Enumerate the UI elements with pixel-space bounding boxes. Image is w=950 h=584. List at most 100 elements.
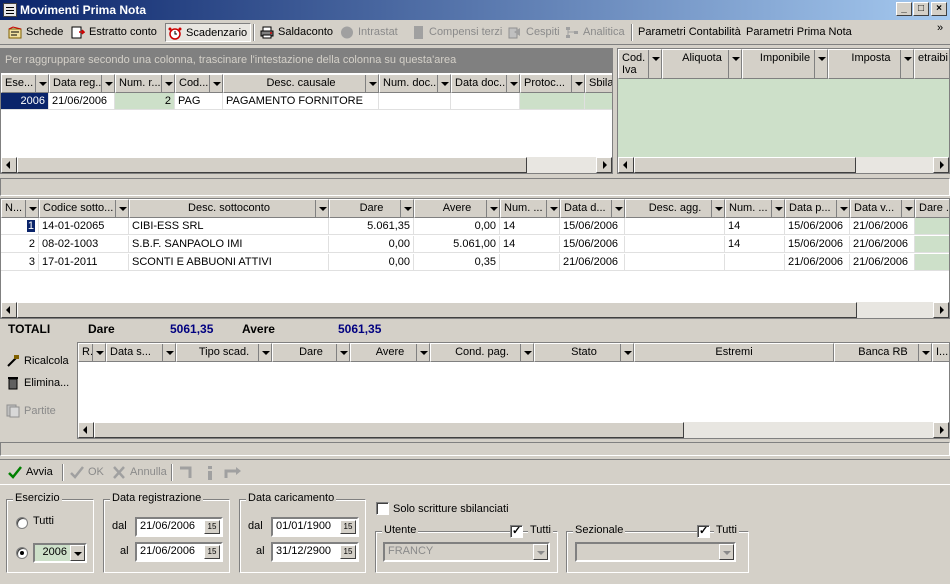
- ricalcola-button[interactable]: Ricalcola: [4, 352, 69, 370]
- horizontal-scrollbar[interactable]: [1, 157, 612, 173]
- esercizio-tutti-radio[interactable]: [16, 517, 28, 529]
- cell-avere[interactable]: 0,35: [414, 254, 500, 271]
- col-header[interactable]: R...: [78, 343, 106, 362]
- chevron-down-icon[interactable]: [533, 544, 548, 560]
- cell-ese[interactable]: 2006: [1, 93, 49, 110]
- calendar-icon[interactable]: 15: [340, 545, 356, 559]
- solo-sbilanciati-checkbox[interactable]: [376, 502, 389, 515]
- annulla-button[interactable]: Annulla: [110, 463, 167, 482]
- data-car-al-input[interactable]: 31/12/2900 15: [271, 542, 359, 562]
- col-header[interactable]: Desc. agg.: [625, 199, 725, 218]
- utente-select[interactable]: FRANCY: [383, 542, 550, 562]
- partite-button[interactable]: Partite: [4, 402, 56, 420]
- col-header[interactable]: Codice sotto...: [39, 199, 129, 218]
- col-header[interactable]: Num. doc...: [379, 74, 451, 93]
- col-header[interactable]: Num. ...: [725, 199, 785, 218]
- data-reg-dal-input[interactable]: 21/06/2006 15: [135, 517, 223, 537]
- esercizio-year-radio[interactable]: [16, 547, 28, 559]
- col-header[interactable]: Num. r...: [115, 74, 175, 93]
- chevron-down-icon[interactable]: [719, 544, 734, 560]
- cell-num-r[interactable]: 2: [115, 93, 175, 110]
- scroll-thumb[interactable]: [634, 157, 856, 173]
- table-row[interactable]: 2 08-02-1003 S.B.F. SANPAOLO IMI 0,00 5.…: [1, 236, 949, 254]
- cell-data-d[interactable]: 15/06/2006: [560, 236, 625, 253]
- cell-desc[interactable]: S.B.F. SANPAOLO IMI: [129, 236, 329, 253]
- col-header[interactable]: Desc. causale: [223, 74, 379, 93]
- col-header[interactable]: Stato: [534, 343, 634, 362]
- cell-num-doc[interactable]: [379, 93, 451, 110]
- col-header[interactable]: Data reg...: [49, 74, 115, 93]
- chevron-down-icon[interactable]: [70, 545, 85, 561]
- horizontal-scrollbar[interactable]: [78, 422, 949, 438]
- col-header[interactable]: Data doc...: [451, 74, 520, 93]
- estratto-conto-button[interactable]: Estratto conto: [69, 23, 157, 42]
- col-header[interactable]: Estremi: [634, 343, 834, 362]
- col-header[interactable]: Imposta: [828, 49, 914, 79]
- cell-data-d[interactable]: 15/06/2006: [560, 218, 625, 235]
- scadenzario-button[interactable]: Scadenzario: [165, 23, 251, 42]
- cell-dare-2[interactable]: [915, 218, 949, 235]
- col-header[interactable]: Tipo scad.: [176, 343, 272, 362]
- col-header[interactable]: Aliquota: [662, 49, 742, 79]
- cell-desc[interactable]: PAGAMENTO FORNITORE: [223, 93, 379, 110]
- scroll-thumb[interactable]: [17, 157, 527, 173]
- scroll-left-button[interactable]: [618, 157, 634, 173]
- cell-codice[interactable]: 17-01-2011: [39, 254, 129, 271]
- cell-desc-agg[interactable]: [625, 218, 725, 235]
- parametri-prima-nota-button[interactable]: Parametri Prima Nota: [726, 23, 852, 42]
- cell-avere[interactable]: 0,00: [414, 218, 500, 235]
- cell-desc-agg[interactable]: [625, 236, 725, 253]
- cell-data-p[interactable]: 21/06/2006: [785, 254, 850, 271]
- cell-data-d[interactable]: 21/06/2006: [560, 254, 625, 271]
- redirect-icon[interactable]: [224, 466, 242, 480]
- cell-data-reg[interactable]: 21/06/2006: [49, 93, 115, 110]
- utente-tutti-checkbox[interactable]: [510, 524, 523, 538]
- col-header[interactable]: Dare: [272, 343, 350, 362]
- col-header[interactable]: Cod...: [175, 74, 223, 93]
- col-header[interactable]: etraibi: [914, 49, 949, 79]
- iva-grid-body[interactable]: [618, 79, 949, 157]
- close-button[interactable]: ×: [931, 2, 947, 16]
- table-row[interactable]: 3 17-01-2011 SCONTI E ABBUONI ATTIVI 0,0…: [1, 254, 949, 272]
- cell-dare[interactable]: 5.061,35: [329, 218, 414, 235]
- col-header[interactable]: Cod. Iva: [618, 49, 662, 79]
- col-header[interactable]: Avere: [414, 199, 500, 218]
- scroll-left-button[interactable]: [1, 157, 17, 173]
- elimina-button[interactable]: Elimina...: [4, 374, 69, 392]
- col-header[interactable]: Dare: [329, 199, 414, 218]
- toolbar-overflow-icon[interactable]: »: [937, 22, 943, 34]
- col-header[interactable]: Num. ...: [500, 199, 560, 218]
- cell-n[interactable]: 3: [1, 254, 39, 271]
- esercizio-select[interactable]: 2006: [33, 543, 87, 563]
- scroll-left-button[interactable]: [1, 302, 17, 318]
- cell-num[interactable]: [725, 254, 785, 271]
- info-icon[interactable]: [204, 466, 216, 480]
- col-header[interactable]: Imponibile: [742, 49, 828, 79]
- compensi-terzi-button[interactable]: Compensi terzi: [409, 23, 502, 42]
- group-by-area[interactable]: Per raggruppare secondo una colonna, tra…: [1, 49, 612, 73]
- col-header[interactable]: I...: [932, 343, 949, 362]
- cell-data-p[interactable]: 15/06/2006: [785, 236, 850, 253]
- cell-desc[interactable]: CIBI-ESS SRL: [129, 218, 329, 235]
- intrastat-button[interactable]: Intrastat: [338, 23, 398, 42]
- col-header[interactable]: Ese...: [1, 74, 49, 93]
- col-header[interactable]: Desc. sottoconto: [129, 199, 329, 218]
- cell-dare-2[interactable]: [915, 236, 949, 253]
- cell-num[interactable]: [500, 254, 560, 271]
- parametri-contabilita-button[interactable]: Parametri Contabilità: [618, 23, 741, 42]
- sezionale-select[interactable]: [575, 542, 736, 562]
- cell-sbil[interactable]: [585, 93, 612, 110]
- horizontal-scrollbar[interactable]: [1, 302, 949, 318]
- scroll-right-button[interactable]: [933, 157, 949, 173]
- cell-data-p[interactable]: 15/06/2006: [785, 218, 850, 235]
- cell-desc[interactable]: SCONTI E ABBUONI ATTIVI: [129, 254, 329, 271]
- calendar-icon[interactable]: 15: [204, 520, 220, 534]
- horizontal-scrollbar[interactable]: [618, 157, 949, 173]
- cell-data-v[interactable]: 21/06/2006: [850, 236, 915, 253]
- col-header[interactable]: N...: [1, 199, 39, 218]
- cell-num[interactable]: 14: [500, 218, 560, 235]
- cespiti-button[interactable]: Cespiti: [506, 23, 560, 42]
- cell-num[interactable]: 14: [500, 236, 560, 253]
- cell-avere[interactable]: 5.061,00: [414, 236, 500, 253]
- analitica-button[interactable]: Analitica: [563, 23, 625, 42]
